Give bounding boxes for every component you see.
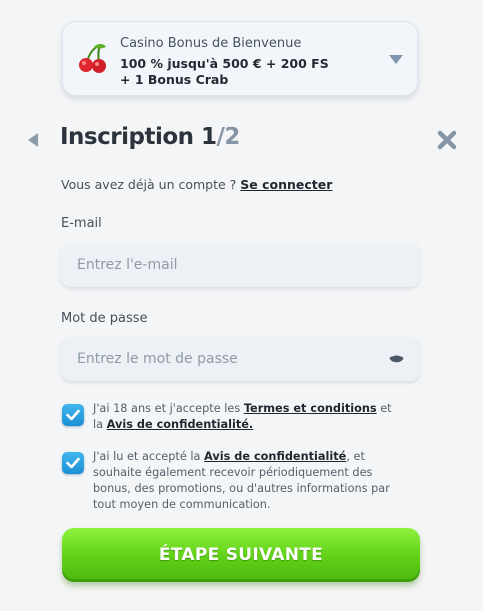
bonus-selector[interactable]: Casino Bonus de Bienvenue 100 % jusqu'à … xyxy=(62,21,418,96)
eye-icon[interactable] xyxy=(389,353,404,364)
account-prompt: Vous avez déjà un compte ? Se connecter xyxy=(61,177,332,192)
privacy-link[interactable]: Avis de confidentialité. xyxy=(107,418,254,431)
cherry-icon xyxy=(79,44,106,73)
terms-link[interactable]: Termes et conditions xyxy=(244,402,377,415)
marketing-consent-text: J'ai lu et accepté la Avis de confidenti… xyxy=(93,449,403,513)
bonus-offer-line1: 100 % jusqu'à 500 € + 200 FS xyxy=(120,56,329,71)
login-link[interactable]: Se connecter xyxy=(240,177,332,192)
chevron-down-icon[interactable] xyxy=(389,55,403,64)
terms-consent-text: J'ai 18 ans et j'accepte les Termes et c… xyxy=(93,401,403,433)
bonus-offer: 100 % jusqu'à 500 € + 200 FS + 1 Bonus C… xyxy=(120,56,329,88)
account-prompt-text: Vous avez déjà un compte ? xyxy=(61,177,241,192)
next-step-button[interactable]: ÉTAPE SUIVANTE xyxy=(62,528,420,582)
title-text: Inscription 1 xyxy=(60,124,217,150)
password-field-wrapper xyxy=(61,337,420,381)
bonus-offer-line2: + 1 Bonus Crab xyxy=(120,72,229,87)
checkmark-icon xyxy=(66,409,80,421)
consent2-text-before: J'ai lu et accepté la xyxy=(93,450,205,463)
checkmark-icon xyxy=(66,457,80,469)
email-label: E-mail xyxy=(61,216,102,231)
privacy-link[interactable]: Avis de confidentialité xyxy=(204,450,346,463)
back-arrow-icon[interactable] xyxy=(28,133,38,147)
password-field[interactable] xyxy=(61,337,377,381)
terms-checkbox[interactable] xyxy=(62,404,84,426)
email-field[interactable] xyxy=(61,243,377,287)
page-title: Inscription 1/2 xyxy=(60,124,240,150)
bonus-label: Casino Bonus de Bienvenue xyxy=(120,36,302,51)
password-label: Mot de passe xyxy=(61,311,148,326)
step-total: /2 xyxy=(216,124,241,150)
marketing-checkbox[interactable] xyxy=(62,452,84,474)
email-field-wrapper xyxy=(61,243,420,287)
close-icon[interactable] xyxy=(437,130,457,150)
consent1-text-before: J'ai 18 ans et j'accepte les xyxy=(93,402,244,415)
